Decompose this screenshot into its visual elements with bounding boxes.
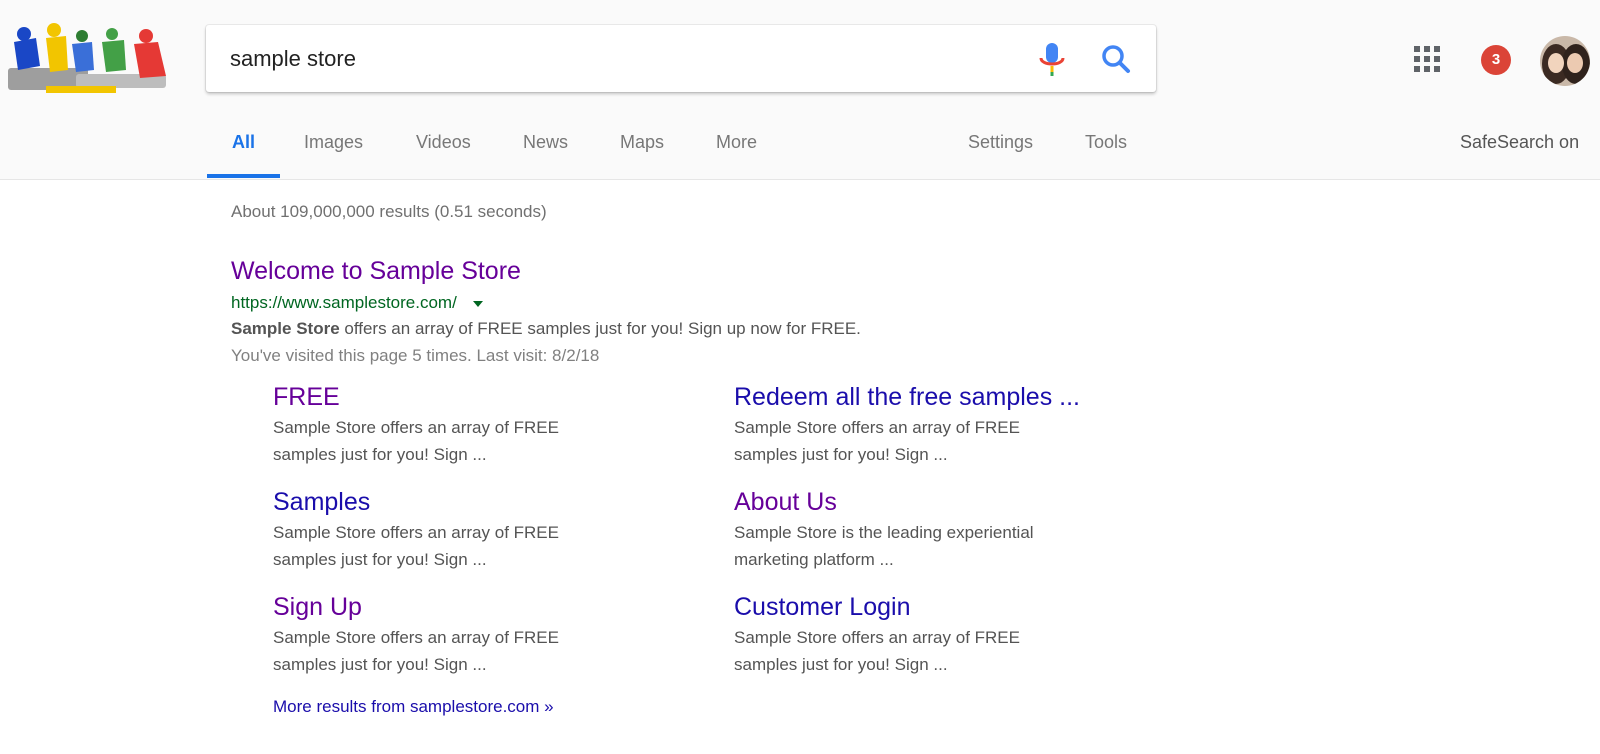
result-url[interactable]: https://www.samplestore.com/	[231, 293, 457, 312]
header: 3 All Images Videos News Maps More Setti…	[0, 0, 1600, 180]
result-url-row: https://www.samplestore.com/	[231, 293, 484, 315]
sitelink: Customer Login Sample Store offers an ar…	[734, 593, 1154, 678]
tab-images[interactable]: Images	[304, 132, 363, 153]
sitelink: Redeem all the free samples ... Sample S…	[734, 383, 1154, 468]
sitelink-description: Sample Store offers an array of FREE sam…	[273, 628, 559, 674]
sitelink-title[interactable]: FREE	[273, 383, 693, 412]
search-input[interactable]	[230, 25, 1010, 92]
tab-settings[interactable]: Settings	[968, 132, 1033, 153]
sitelink-title[interactable]: Redeem all the free samples ...	[734, 383, 1154, 412]
result-snippet-bold: Sample Store	[231, 319, 340, 338]
tab-more[interactable]: More	[716, 132, 757, 153]
result-snippet: Sample Store offers an array of FREE sam…	[231, 319, 861, 339]
result-stats: About 109,000,000 results (0.51 seconds)	[231, 202, 547, 221]
sitelink-description: Sample Store offers an array of FREE sam…	[734, 628, 1020, 674]
sitelink-description: Sample Store is the leading experiential…	[734, 523, 1034, 569]
dropdown-caret-icon[interactable]	[473, 300, 484, 307]
tab-maps[interactable]: Maps	[620, 132, 664, 153]
sitelink-description: Sample Store offers an array of FREE sam…	[273, 418, 559, 464]
search-icon[interactable]	[1096, 39, 1136, 79]
sitelink: Samples Sample Store offers an array of …	[273, 488, 693, 573]
result-snippet-text: offers an array of FREE samples just for…	[339, 319, 861, 338]
sitelink-title[interactable]: Customer Login	[734, 593, 1154, 622]
notification-badge[interactable]: 3	[1481, 45, 1511, 75]
result-title-link[interactable]: Welcome to Sample Store	[231, 257, 521, 286]
more-results-link[interactable]: More results from samplestore.com »	[273, 697, 554, 717]
result-visited-note: You've visited this page 5 times. Last v…	[231, 346, 600, 365]
sitelink-description: Sample Store offers an array of FREE sam…	[734, 418, 1020, 464]
safesearch-toggle[interactable]: SafeSearch on	[1460, 132, 1579, 153]
sitelink-description: Sample Store offers an array of FREE sam…	[273, 523, 559, 569]
sitelink: About Us Sample Store is the leading exp…	[734, 488, 1154, 573]
tab-videos[interactable]: Videos	[416, 132, 471, 153]
tab-tools[interactable]: Tools	[1085, 132, 1127, 153]
sitelink: FREE Sample Store offers an array of FRE…	[273, 383, 693, 468]
sitelink: Sign Up Sample Store offers an array of …	[273, 593, 693, 678]
doodle-logo[interactable]	[6, 20, 178, 94]
mic-icon[interactable]	[1034, 39, 1070, 79]
sitelink-title[interactable]: Sign Up	[273, 593, 693, 622]
tab-all[interactable]: All	[232, 132, 255, 153]
search-box	[206, 25, 1156, 92]
avatar[interactable]	[1540, 36, 1590, 86]
apps-grid-icon[interactable]	[1414, 46, 1440, 72]
sitelink-title[interactable]: Samples	[273, 488, 693, 517]
active-tab-indicator	[207, 174, 280, 178]
tab-news[interactable]: News	[523, 132, 568, 153]
sitelink-title[interactable]: About Us	[734, 488, 1154, 517]
